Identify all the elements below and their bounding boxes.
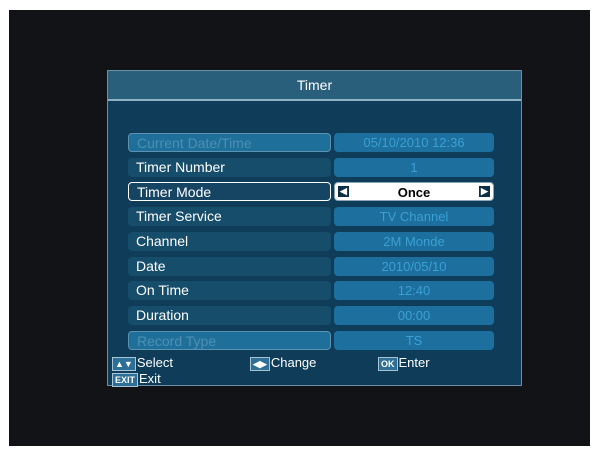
hint-exit: EXIT Exit — [112, 371, 161, 387]
left-arrow-icon[interactable]: ◀ — [338, 186, 349, 197]
timer-service-label: Timer Service — [128, 207, 331, 226]
left-right-key-icon: ◀▶ — [250, 356, 270, 371]
timer-number-value[interactable]: 1 — [334, 158, 494, 177]
date-value[interactable]: 2010/05/10 — [334, 257, 494, 276]
current-date-time-value: 05/10/2010 12:36 — [334, 133, 494, 152]
hint-exit-label: Exit — [139, 371, 161, 386]
hint-enter: OK Enter — [378, 355, 430, 371]
row-current-date-time: Current Date/Time 05/10/2010 12:36 — [128, 133, 494, 152]
on-time-value[interactable]: 12:40 — [334, 281, 494, 300]
exit-key-icon: EXIT — [112, 372, 139, 387]
record-type-label: Record Type — [128, 331, 331, 350]
timer-dialog: Timer Current Date/Time 05/10/2010 12:36… — [107, 70, 522, 387]
duration-label: Duration — [128, 306, 331, 325]
tv-screen: Timer Current Date/Time 05/10/2010 12:36… — [9, 10, 590, 446]
current-date-time-label: Current Date/Time — [128, 133, 331, 152]
key-hints: ▲▼ Select ◀▶ Change OK Enter EXIT Exit — [108, 355, 521, 387]
row-timer-service[interactable]: Timer Service TV Channel — [128, 207, 494, 226]
up-down-key-icon: ▲▼ — [112, 356, 136, 371]
hint-change: ◀▶ Change — [250, 355, 316, 371]
row-on-time[interactable]: On Time 12:40 — [128, 281, 494, 300]
row-record-type: Record Type TS — [128, 331, 494, 350]
hint-change-label: Change — [270, 355, 317, 370]
timer-mode-value: Once — [397, 185, 431, 200]
row-duration[interactable]: Duration 00:00 — [128, 306, 494, 325]
hint-enter-label: Enter — [398, 355, 430, 370]
dialog-title: Timer — [108, 71, 521, 101]
date-label: Date — [128, 257, 331, 276]
channel-label: Channel — [128, 232, 331, 251]
row-date[interactable]: Date 2010/05/10 — [128, 257, 494, 276]
timer-mode-label: Timer Mode — [128, 182, 331, 201]
ok-key-icon: OK — [378, 356, 398, 371]
channel-value[interactable]: 2M Monde — [334, 232, 494, 251]
on-time-label: On Time — [128, 281, 331, 300]
timer-service-value[interactable]: TV Channel — [334, 207, 494, 226]
hint-select: ▲▼ Select — [112, 355, 173, 371]
right-arrow-icon[interactable]: ▶ — [479, 186, 490, 197]
record-type-value: TS — [334, 331, 494, 350]
duration-value[interactable]: 00:00 — [334, 306, 494, 325]
timer-number-label: Timer Number — [128, 158, 331, 177]
timer-mode-selector[interactable]: ◀ Once ▶ — [334, 182, 494, 201]
row-channel[interactable]: Channel 2M Monde — [128, 232, 494, 251]
row-timer-number[interactable]: Timer Number 1 — [128, 158, 494, 177]
hint-select-label: Select — [136, 355, 173, 370]
row-timer-mode[interactable]: Timer Mode ◀ Once ▶ — [128, 182, 494, 201]
